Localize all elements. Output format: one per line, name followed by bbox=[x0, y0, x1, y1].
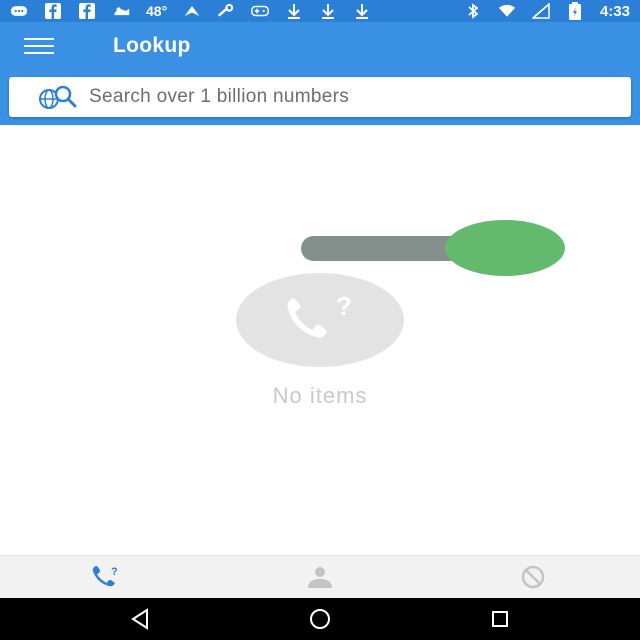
content-area: ? No items bbox=[0, 125, 640, 555]
wifi-icon bbox=[498, 4, 516, 18]
page-title: Lookup bbox=[113, 34, 191, 57]
facebook-icon bbox=[44, 3, 62, 19]
person-icon bbox=[308, 567, 332, 588]
nav-icon bbox=[183, 4, 201, 18]
empty-state-icon: ? bbox=[236, 273, 404, 367]
bluetooth-icon bbox=[464, 3, 482, 19]
status-time: 4:33 bbox=[599, 2, 630, 20]
wrench-icon bbox=[217, 3, 235, 18]
app-bar: Lookup Search over 1 billion numbers bbox=[0, 22, 640, 125]
status-temperature: 48° bbox=[146, 3, 168, 19]
toggle-knob[interactable] bbox=[445, 220, 565, 276]
phone-question-icon: ? bbox=[287, 291, 352, 338]
svg-text:?: ? bbox=[336, 291, 352, 321]
back-button[interactable] bbox=[120, 604, 160, 634]
hamburger-icon bbox=[24, 38, 54, 40]
facebook-icon bbox=[78, 3, 96, 19]
status-right-icons: 4:33 bbox=[464, 2, 630, 20]
hamburger-icon bbox=[24, 45, 54, 47]
signal-icon bbox=[531, 3, 550, 19]
menu-button[interactable] bbox=[24, 34, 64, 58]
empty-state-text: No items bbox=[272, 383, 368, 408]
weather-icon bbox=[112, 4, 130, 18]
globe-search-icon bbox=[39, 85, 77, 109]
search-input[interactable]: Search over 1 billion numbers bbox=[9, 77, 631, 117]
block-icon bbox=[521, 565, 545, 589]
recents-button[interactable] bbox=[480, 604, 520, 634]
search-placeholder: Search over 1 billion numbers bbox=[89, 86, 350, 107]
download-icon bbox=[319, 4, 337, 19]
system-nav-bar bbox=[0, 598, 640, 640]
home-icon bbox=[310, 609, 330, 629]
message-icon bbox=[10, 4, 28, 18]
back-icon bbox=[131, 608, 148, 630]
tab-calls[interactable]: ? bbox=[87, 562, 127, 592]
status-left-icons: 48° bbox=[10, 3, 371, 19]
svg-text:?: ? bbox=[111, 566, 118, 578]
battery-icon bbox=[566, 2, 584, 20]
bottom-nav: ? bbox=[0, 555, 640, 598]
phone-question-icon: ? bbox=[92, 566, 118, 587]
tab-contacts[interactable] bbox=[300, 562, 340, 592]
hamburger-icon bbox=[24, 52, 54, 54]
gamepad-icon bbox=[251, 4, 270, 18]
status-bar: 48° 4:33 bbox=[0, 0, 640, 22]
home-button[interactable] bbox=[300, 604, 340, 634]
recents-icon bbox=[492, 611, 508, 627]
download-icon bbox=[285, 4, 303, 19]
download-icon bbox=[353, 4, 371, 19]
tab-blocked[interactable] bbox=[513, 562, 553, 592]
